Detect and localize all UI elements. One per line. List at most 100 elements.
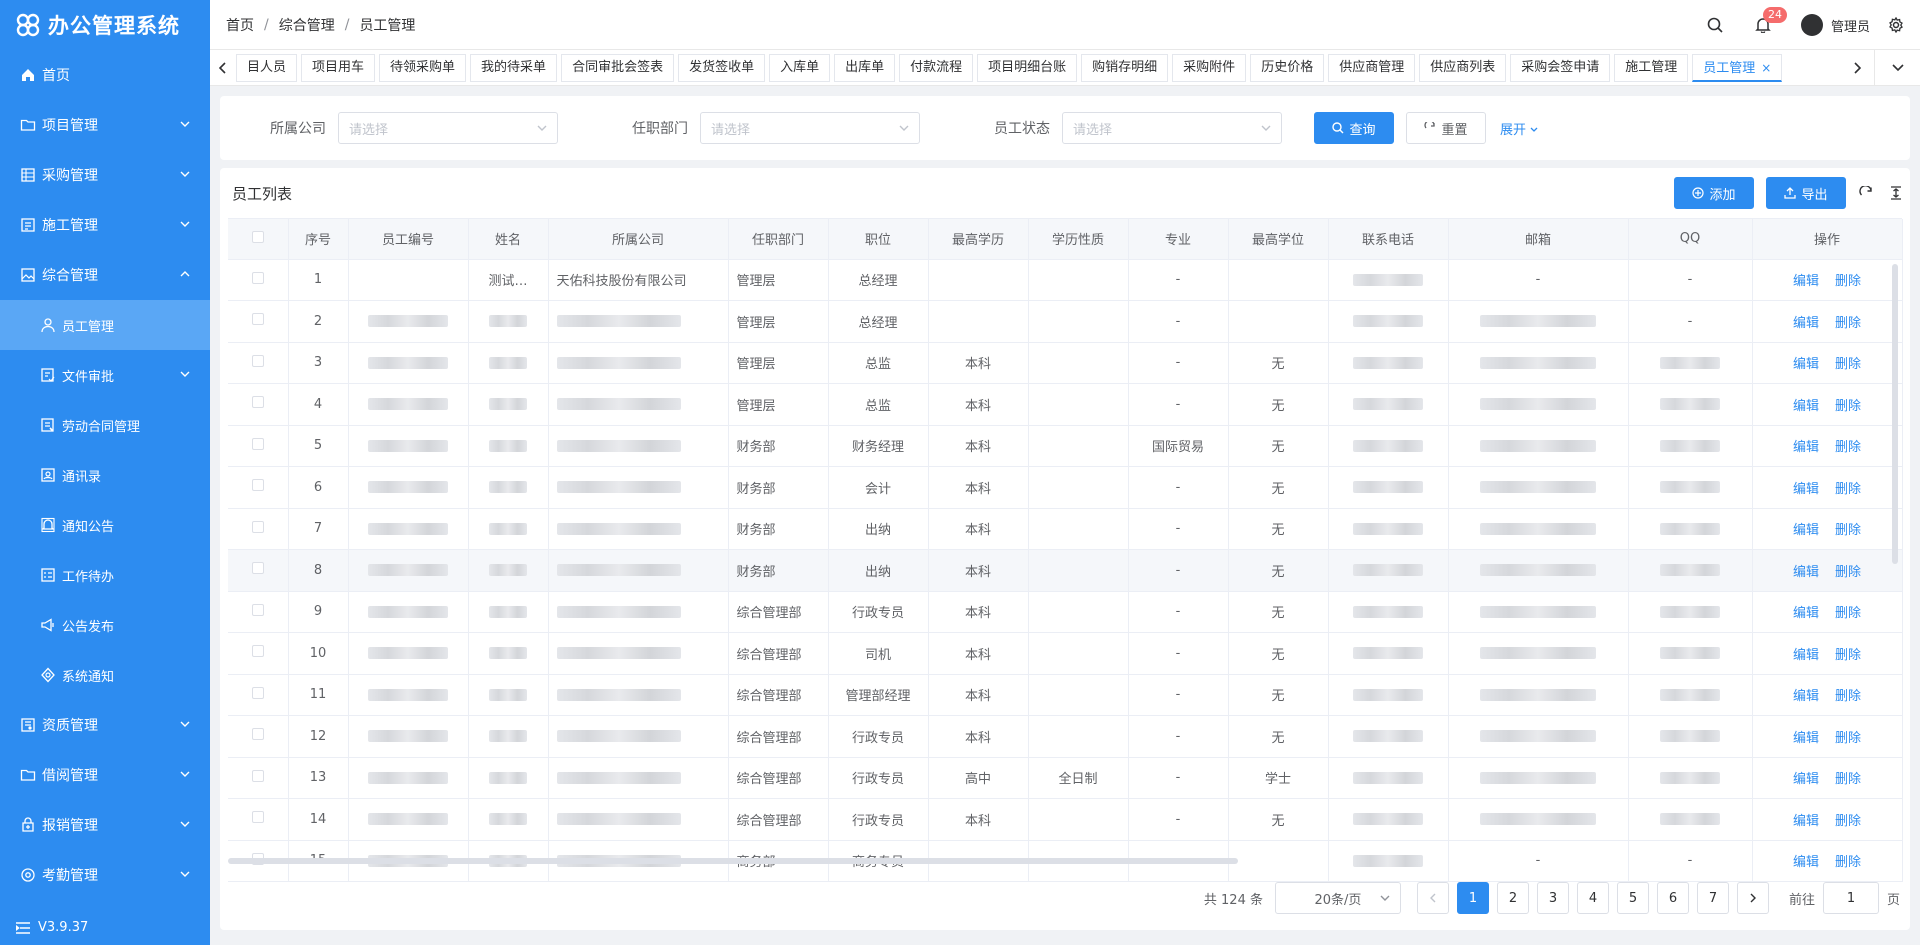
table-row[interactable]: 8 财务部 出纳 本科 - 无 编辑 删除 (228, 549, 1903, 592)
edit-link[interactable]: 编辑 (1793, 440, 1819, 455)
table-row[interactable]: 10 综合管理部 司机 本科 - 无 编辑 删除 (228, 632, 1903, 675)
edit-link[interactable]: 编辑 (1793, 357, 1819, 372)
page-button[interactable]: 1 (1456, 882, 1489, 914)
tabs-scroll-left[interactable] (210, 50, 236, 86)
sidebar-item[interactable]: 通讯录 (0, 450, 210, 500)
sidebar-item[interactable]: 考勤管理 (0, 850, 210, 900)
table-row[interactable]: 3 管理层 总监 本科 - 无 编辑 删除 (228, 342, 1903, 384)
table-row[interactable]: 4 管理层 总监 本科 - 无 编辑 删除 (228, 383, 1903, 426)
vertical-scrollbar[interactable] (1892, 264, 1898, 564)
edit-link[interactable]: 编辑 (1793, 606, 1819, 621)
prev-page-button[interactable] (1416, 882, 1449, 914)
row-checkbox[interactable] (251, 354, 264, 367)
delete-link[interactable]: 删除 (1835, 316, 1861, 331)
row-checkbox[interactable] (251, 271, 264, 284)
breadcrumb-section[interactable]: 综合管理 (279, 15, 335, 35)
sidebar-item[interactable]: 文件审批 (0, 350, 210, 400)
edit-link[interactable]: 编辑 (1793, 399, 1819, 414)
tab[interactable]: 目人员 (236, 53, 298, 82)
delete-link[interactable]: 删除 (1835, 440, 1861, 455)
avatar[interactable] (1800, 14, 1823, 36)
export-button[interactable]: 导出 (1766, 177, 1846, 209)
row-checkbox[interactable] (251, 811, 264, 824)
sidebar-item[interactable]: 报销管理 (0, 800, 210, 850)
sidebar-item[interactable]: 员工管理 (0, 300, 210, 350)
tab[interactable]: 员工管理 × (1692, 53, 1783, 82)
select-all-checkbox[interactable] (251, 230, 264, 243)
sidebar-item[interactable]: 资质管理 (0, 700, 210, 750)
delete-link[interactable]: 删除 (1835, 482, 1861, 497)
edit-link[interactable]: 编辑 (1793, 482, 1819, 497)
delete-link[interactable]: 删除 (1835, 274, 1861, 289)
delete-link[interactable]: 删除 (1835, 565, 1861, 580)
row-checkbox[interactable] (251, 769, 264, 782)
row-checkbox[interactable] (251, 686, 264, 699)
sidebar-item[interactable]: 劳动合同管理 (0, 400, 210, 450)
goto-page-input[interactable]: 1 (1822, 882, 1879, 914)
tab[interactable]: 出库单 (834, 53, 896, 82)
sidebar-item[interactable]: 系统通知 (0, 650, 210, 700)
page-button[interactable]: 2 (1496, 882, 1529, 914)
edit-link[interactable]: 编辑 (1793, 648, 1819, 663)
tab[interactable]: 施工管理 (1614, 53, 1689, 82)
table-row[interactable]: 13 综合管理部 行政专员 高中 全日制 - 学士 编辑 删除 (228, 757, 1903, 799)
row-checkbox[interactable] (251, 520, 264, 533)
table-row[interactable]: 5 财务部 财务经理 本科 国际贸易无 编辑 删除 (228, 425, 1903, 467)
close-icon[interactable]: × (1761, 61, 1771, 75)
tab[interactable]: 供应商管理 (1328, 53, 1416, 82)
tab[interactable]: 采购附件 (1172, 53, 1247, 82)
row-checkbox[interactable] (251, 437, 264, 450)
sidebar-item[interactable]: 施工管理 (0, 200, 210, 250)
sidebar-item[interactable]: 综合管理 (0, 250, 210, 300)
tab[interactable]: 购销存明细 (1081, 53, 1169, 82)
sidebar-item[interactable]: 工作待办 (0, 550, 210, 600)
tab[interactable]: 历史价格 (1250, 53, 1325, 82)
dept-select[interactable]: 请选择 (700, 112, 920, 144)
app-logo[interactable]: 办公管理系统 (0, 0, 210, 50)
tab[interactable]: 入库单 (769, 53, 831, 82)
row-checkbox[interactable] (251, 645, 264, 658)
delete-link[interactable]: 删除 (1835, 399, 1861, 414)
edit-link[interactable]: 编辑 (1793, 689, 1819, 704)
page-button[interactable]: 3 (1536, 882, 1569, 914)
edit-link[interactable]: 编辑 (1793, 814, 1819, 829)
sidebar-item[interactable]: 首页 (0, 50, 210, 100)
refresh-icon[interactable] (1858, 185, 1874, 201)
notification-bell[interactable]: 24 (1753, 7, 1787, 35)
row-checkbox[interactable] (251, 396, 264, 409)
tab[interactable]: 项目用车 (301, 53, 376, 82)
query-button[interactable]: 查询 (1314, 112, 1394, 144)
user-name[interactable]: 管理员 (1831, 16, 1870, 35)
sidebar-item[interactable]: 借阅管理 (0, 750, 210, 800)
delete-link[interactable]: 删除 (1835, 606, 1861, 621)
next-page-button[interactable] (1736, 882, 1769, 914)
column-height-icon[interactable] (1888, 185, 1904, 201)
delete-link[interactable]: 删除 (1835, 689, 1861, 704)
tab[interactable]: 待领采购单 (379, 53, 467, 82)
table-row[interactable]: 12 综合管理部 行政专员 本科 - 无 编辑 删除 (228, 715, 1903, 758)
sidebar-item[interactable]: 采购管理 (0, 150, 210, 200)
page-button[interactable]: 5 (1616, 882, 1649, 914)
gear-icon[interactable] (1886, 15, 1906, 35)
delete-link[interactable]: 删除 (1835, 648, 1861, 663)
page-button[interactable]: 6 (1656, 882, 1689, 914)
delete-link[interactable]: 删除 (1835, 814, 1861, 829)
tab[interactable]: 供应商列表 (1419, 53, 1507, 82)
tabs-dropdown[interactable] (1874, 49, 1920, 86)
table-row[interactable]: 14 综合管理部 行政专员 本科 - 无 编辑 删除 (228, 798, 1903, 841)
edit-link[interactable]: 编辑 (1793, 731, 1819, 746)
edit-link[interactable]: 编辑 (1793, 855, 1819, 870)
row-checkbox[interactable] (251, 313, 264, 326)
delete-link[interactable]: 删除 (1835, 731, 1861, 746)
delete-link[interactable]: 删除 (1835, 772, 1861, 787)
search-icon[interactable] (1705, 15, 1725, 35)
tab[interactable]: 付款流程 (899, 53, 974, 82)
tab[interactable]: 我的待采单 (470, 53, 558, 82)
table-row[interactable]: 6 财务部 会计 本科 - 无 编辑 删除 (228, 466, 1903, 509)
tab[interactable]: 发货签收单 (678, 53, 766, 82)
row-checkbox[interactable] (251, 562, 264, 575)
row-checkbox[interactable] (251, 728, 264, 741)
row-checkbox[interactable] (251, 603, 264, 616)
delete-link[interactable]: 删除 (1835, 523, 1861, 538)
tab[interactable]: 项目明细台账 (977, 53, 1078, 82)
